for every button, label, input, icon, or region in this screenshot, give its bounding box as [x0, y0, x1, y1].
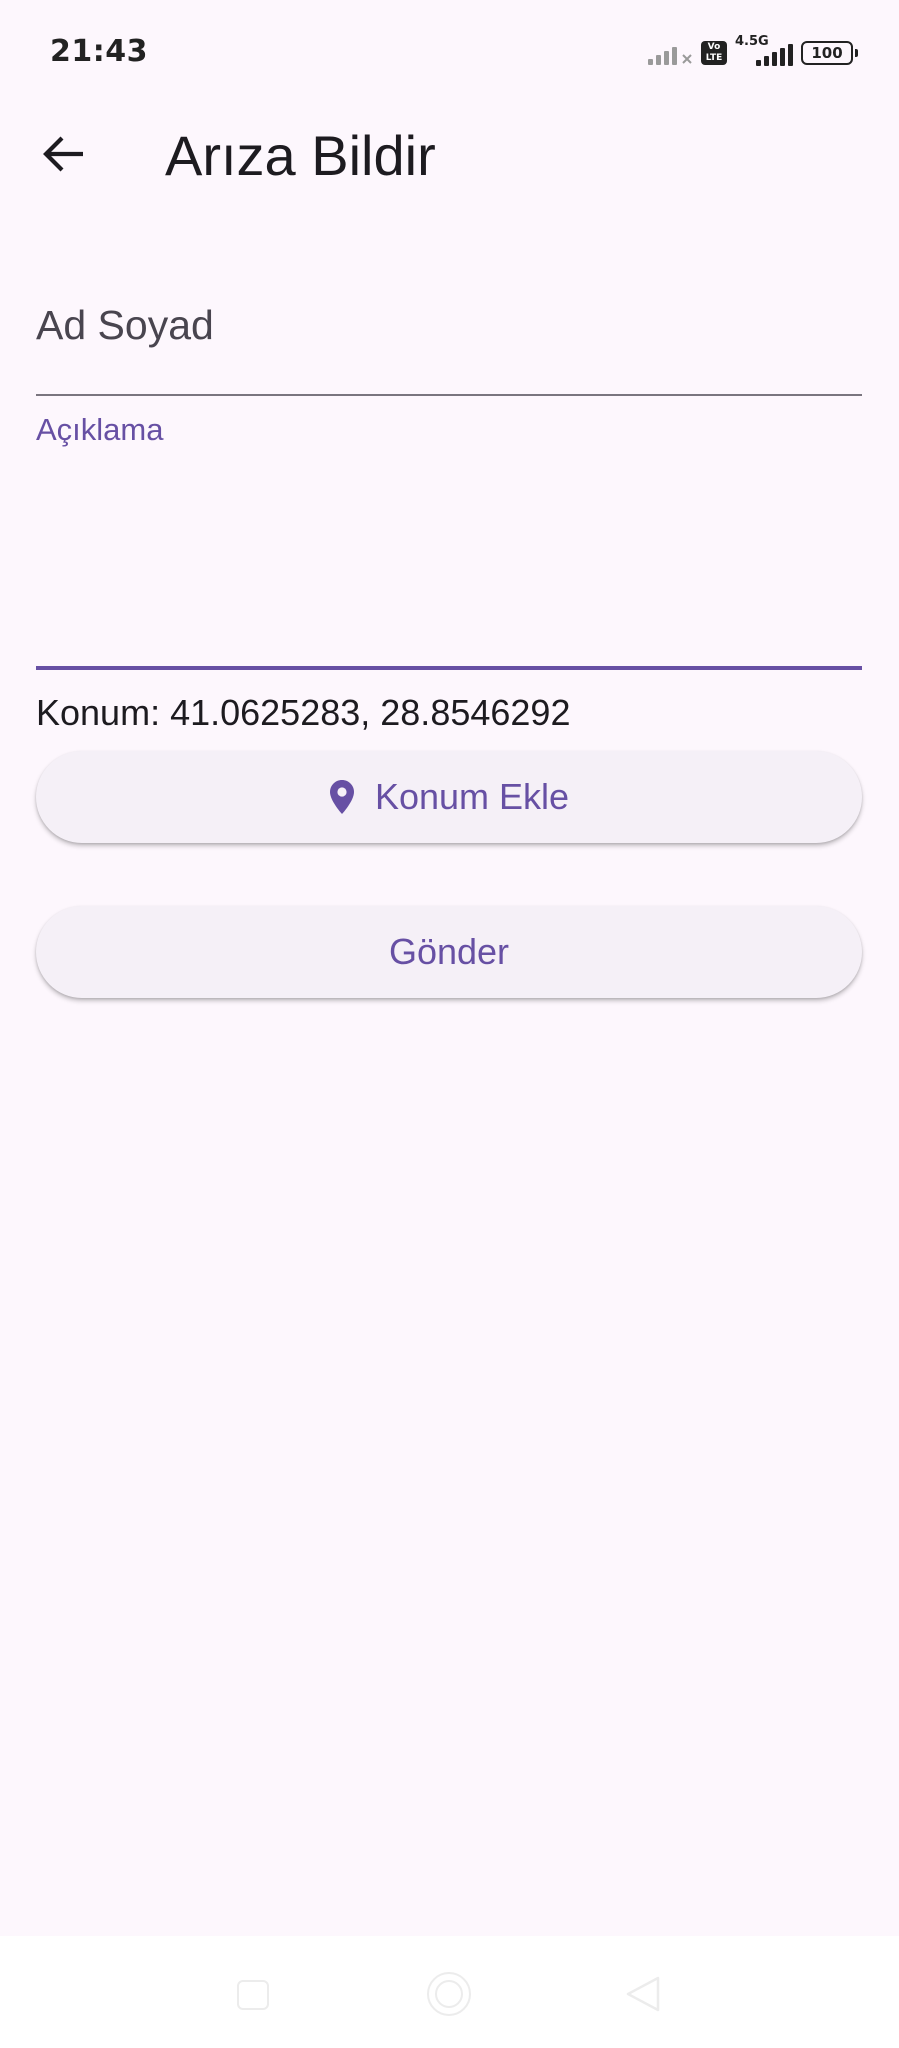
description-input[interactable] — [36, 460, 862, 650]
submit-label: Gönder — [388, 931, 510, 972]
back-nav-icon[interactable] — [624, 1974, 660, 2014]
home-icon[interactable] — [427, 1972, 471, 2016]
mobile-data-signal-icon: 4.5G — [735, 34, 793, 68]
name-input[interactable] — [36, 290, 862, 360]
location-coordinates: Konum: 41.0625283, 28.8546292 — [36, 692, 571, 733]
arrow-back-icon — [43, 136, 83, 172]
description-field[interactable]: Açıklama — [36, 400, 862, 670]
status-bar: 21:43 Vo LTE 4.5G 100 — [0, 0, 899, 108]
location-pin-icon — [329, 780, 354, 814]
recent-apps-icon[interactable] — [237, 1980, 269, 2010]
app-bar: Arıza Bildir — [0, 108, 899, 192]
add-location-button[interactable]: Konum Ekle — [36, 751, 862, 843]
battery-level: 100 — [811, 44, 843, 62]
sim1-signal-icon — [648, 41, 693, 65]
battery-icon: 100 — [801, 41, 858, 65]
name-field[interactable] — [36, 262, 862, 396]
volte-icon: Vo LTE — [701, 41, 727, 65]
description-label: Açıklama — [36, 412, 164, 447]
system-nav-bar — [0, 1936, 899, 2048]
page-title: Arıza Bildir — [165, 124, 436, 187]
add-location-label: Konum Ekle — [374, 776, 570, 817]
status-icons: Vo LTE 4.5G 100 — [648, 34, 858, 68]
submit-button[interactable]: Gönder — [36, 906, 862, 998]
status-time: 21:43 — [50, 34, 148, 69]
back-button[interactable] — [30, 120, 98, 188]
